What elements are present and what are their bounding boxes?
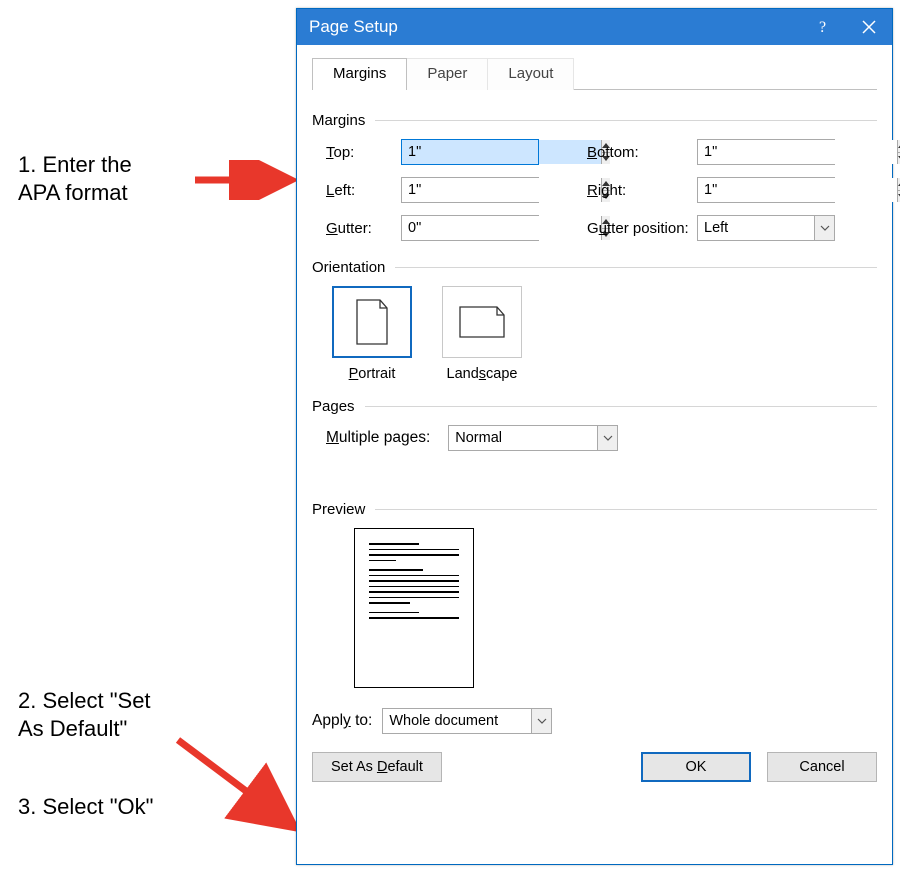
- svg-text:?: ?: [819, 19, 826, 36]
- label-left: Left:: [326, 182, 401, 199]
- tab-strip: Margins Paper Layout: [312, 57, 877, 89]
- gutter-position-select[interactable]: Left: [697, 215, 835, 241]
- preview-section: Preview: [312, 501, 877, 688]
- label-gutter-position: Gutter position:: [587, 220, 697, 237]
- arrow-2: [170, 732, 310, 842]
- multiple-pages-label: Multiple pages:: [326, 429, 430, 447]
- pages-section: Pages Multiple pages: Normal: [312, 398, 877, 451]
- annotation-step-2: 2. Select "SetAs Default": [18, 687, 151, 742]
- margin-right-spinbox[interactable]: [697, 177, 835, 203]
- tab-margins[interactable]: Margins: [312, 58, 407, 90]
- orientation-landscape[interactable]: Landscape: [442, 286, 522, 382]
- titlebar: Page Setup ?: [297, 9, 892, 45]
- preview-section-label: Preview: [312, 501, 365, 518]
- margins-section-label: Margins: [312, 112, 365, 129]
- orientation-portrait-label: Portrait: [349, 366, 396, 382]
- gutter-position-value: Left: [698, 220, 814, 236]
- margin-left-spinbox[interactable]: [401, 177, 539, 203]
- margin-bottom-spinbox[interactable]: [697, 139, 835, 165]
- portrait-page-icon: [354, 299, 390, 345]
- margin-gutter-input[interactable]: [402, 216, 601, 240]
- help-button[interactable]: ?: [800, 9, 846, 45]
- apply-to-value: Whole document: [383, 713, 531, 729]
- close-button[interactable]: [846, 9, 892, 45]
- arrow-1: [190, 160, 300, 200]
- orientation-section-label: Orientation: [312, 259, 385, 276]
- chevron-down-icon[interactable]: [531, 709, 551, 733]
- multiple-pages-value: Normal: [449, 430, 597, 446]
- page-setup-dialog: Page Setup ? Margins Paper Layout Margin…: [296, 8, 893, 865]
- margin-left-input[interactable]: [402, 178, 601, 202]
- label-bottom: Bottom:: [587, 144, 697, 161]
- tab-layout[interactable]: Layout: [487, 58, 574, 90]
- label-gutter: Gutter:: [326, 220, 401, 237]
- chevron-down-icon[interactable]: [597, 426, 617, 450]
- pages-section-label: Pages: [312, 398, 355, 415]
- margin-top-input[interactable]: [402, 140, 601, 164]
- orientation-portrait[interactable]: Portrait: [332, 286, 412, 382]
- margin-bottom-input[interactable]: [698, 140, 897, 164]
- preview-page-icon: [354, 528, 474, 688]
- orientation-landscape-label: Landscape: [447, 366, 518, 382]
- margins-section: Margins Top:: [312, 112, 877, 241]
- cancel-button[interactable]: Cancel: [767, 752, 877, 782]
- margin-right-input[interactable]: [698, 178, 897, 202]
- margin-gutter-spinbox[interactable]: [401, 215, 539, 241]
- tab-paper[interactable]: Paper: [406, 58, 488, 90]
- label-right: Right:: [587, 182, 697, 199]
- title-text: Page Setup: [309, 17, 800, 37]
- chevron-down-icon[interactable]: [814, 216, 834, 240]
- ok-button[interactable]: OK: [641, 752, 751, 782]
- annotation-step-3: 3. Select "Ok": [18, 793, 153, 821]
- annotation-step-1: 1. Enter theAPA format: [18, 151, 132, 206]
- landscape-page-icon: [459, 304, 505, 340]
- apply-to-row: Apply to: Whole document: [312, 708, 877, 734]
- dialog-buttons: Set As Default OK Cancel: [312, 752, 877, 782]
- apply-to-label: Apply to:: [312, 712, 372, 730]
- orientation-section: Orientation Portrait: [312, 259, 877, 382]
- label-top: Top:: [326, 144, 401, 161]
- multiple-pages-select[interactable]: Normal: [448, 425, 618, 451]
- apply-to-select[interactable]: Whole document: [382, 708, 552, 734]
- set-as-default-button[interactable]: Set As Default: [312, 752, 442, 782]
- margin-top-spinbox[interactable]: [401, 139, 539, 165]
